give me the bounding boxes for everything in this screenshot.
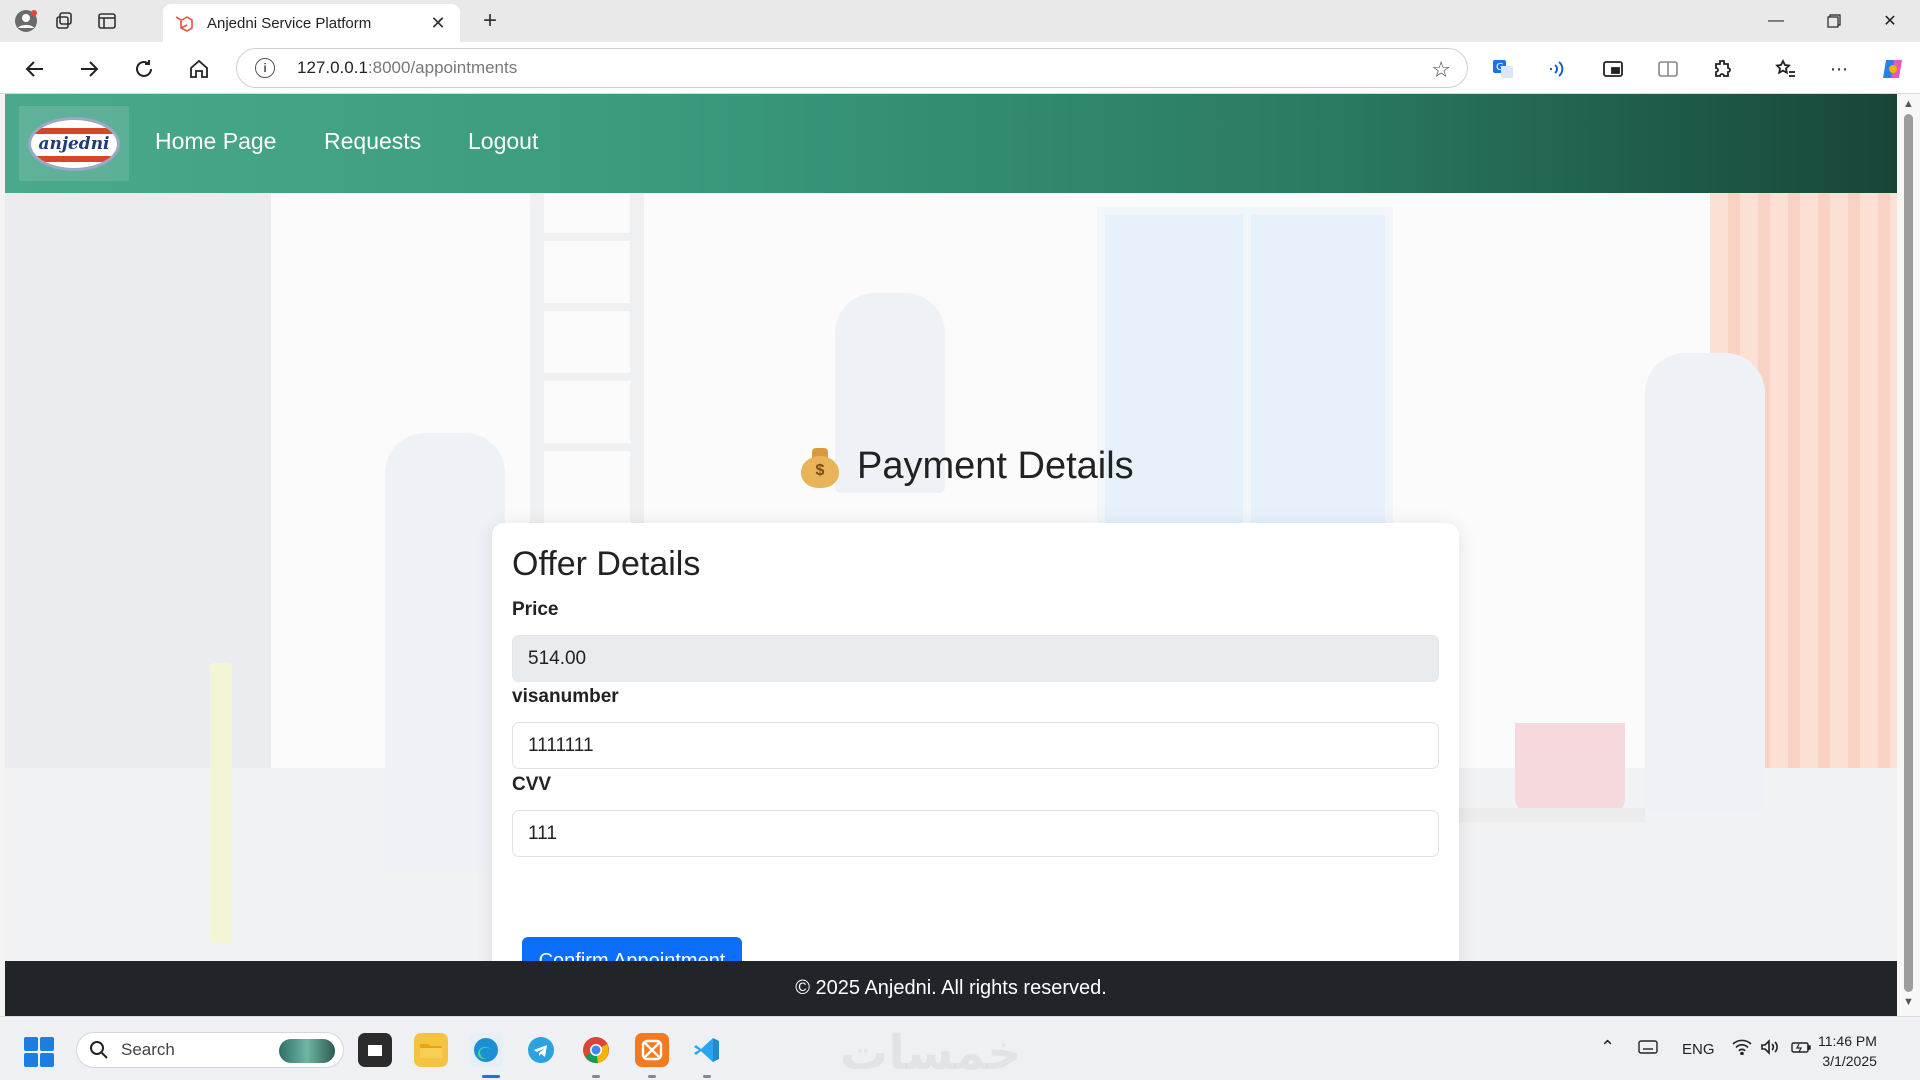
laravel-favicon-icon: [173, 12, 195, 34]
bg-worker-painting: [1645, 353, 1765, 813]
workspaces-icon[interactable]: [48, 6, 80, 36]
address-bar[interactable]: i 127.0.0.1:8000/appointments ☆: [236, 48, 1468, 88]
bg-worker-drilling: [385, 433, 505, 873]
telegram-icon[interactable]: [524, 1033, 558, 1067]
clock-date: 3/1/2025: [1822, 1053, 1877, 1069]
site-footer: © 2025 Anjedni. All rights reserved.: [5, 961, 1897, 1016]
show-hidden-icons-icon[interactable]: ⌃: [1600, 1037, 1615, 1058]
tab-title: Anjedni Service Platform: [207, 14, 372, 32]
page-title-text: Payment Details: [857, 445, 1134, 487]
taskbar-search-placeholder: Search: [121, 1040, 175, 1059]
task-view-icon[interactable]: [358, 1033, 392, 1067]
url-path: :8000/appointments: [367, 58, 518, 77]
scroll-down-icon[interactable]: ▼: [1902, 996, 1915, 1009]
bg-ladder-rung: [544, 233, 630, 241]
url-host: 127.0.0.1: [297, 58, 368, 77]
minimize-icon[interactable]: —: [1748, 0, 1804, 42]
language-indicator[interactable]: ENG: [1682, 1041, 1715, 1058]
more-menu-icon[interactable]: ⋯: [1824, 54, 1854, 84]
nav-home-page[interactable]: Home Page: [155, 128, 276, 155]
volume-icon[interactable]: [1760, 1039, 1780, 1059]
extensions-icon[interactable]: [1708, 54, 1738, 84]
translate-icon[interactable]: G: [1488, 54, 1518, 84]
cvv-field[interactable]: [512, 810, 1439, 857]
offer-details-card: Offer Details Price visanumber CVV Confi…: [492, 523, 1459, 961]
close-window-icon[interactable]: ✕: [1862, 0, 1918, 42]
home-icon[interactable]: [182, 52, 216, 86]
tab-close-icon[interactable]: ✕: [426, 11, 450, 35]
file-explorer-icon[interactable]: [414, 1033, 448, 1067]
card-title: Offer Details: [512, 545, 701, 583]
picture-in-picture-icon[interactable]: [1598, 54, 1628, 84]
bg-bucket: [1515, 723, 1625, 813]
chrome-icon[interactable]: [579, 1033, 613, 1067]
profile-icon[interactable]: [10, 6, 42, 36]
windows-taskbar: خمسات Search ⌃ ENG 11:46 PM 3/1/2025: [0, 1016, 1920, 1080]
page-scrollbar[interactable]: ▲ ▼: [1897, 94, 1920, 1016]
split-screen-icon[interactable]: [1653, 54, 1683, 84]
new-tab-icon[interactable]: +: [474, 6, 506, 36]
nav-logout[interactable]: Logout: [468, 128, 538, 155]
start-windows-icon[interactable]: [24, 1037, 54, 1067]
site-info-icon[interactable]: i: [255, 58, 275, 78]
vscode-icon[interactable]: [690, 1033, 724, 1067]
taskbar-search[interactable]: Search: [76, 1032, 344, 1068]
bg-ladder-rung: [544, 443, 630, 451]
confirm-appointment-button[interactable]: Confirm Appointment: [522, 937, 742, 961]
site-logo[interactable]: anjedni: [19, 106, 129, 181]
copilot-icon[interactable]: [1878, 54, 1908, 84]
money-bag-icon: $: [801, 446, 839, 488]
bg-ladder-rung: [544, 303, 630, 311]
logo-text: anjedni: [38, 133, 110, 154]
logo-stripe-bottom: [31, 155, 117, 162]
visanumber-label: visanumber: [512, 686, 619, 707]
footer-copyright: © 2025 Anjedni. All rights reserved.: [795, 977, 1107, 999]
visanumber-field[interactable]: [512, 722, 1439, 769]
nav-requests[interactable]: Requests: [324, 128, 421, 155]
search-highlight-image: [279, 1039, 335, 1063]
logo-emblem: anjedni: [28, 116, 120, 171]
edge-icon[interactable]: [469, 1033, 503, 1067]
search-icon: [90, 1041, 108, 1059]
battery-icon[interactable]: [1790, 1039, 1812, 1059]
watermark-text: خمسات: [840, 1025, 1022, 1080]
tab-actions-icon[interactable]: [91, 6, 123, 36]
system-clock[interactable]: 11:46 PM 3/1/2025: [1818, 1031, 1877, 1071]
restore-icon[interactable]: [1806, 0, 1862, 42]
bg-spirit-level: [210, 663, 232, 943]
favorite-star-icon[interactable]: ☆: [1431, 57, 1451, 83]
page-title: $ Payment Details: [801, 445, 1134, 488]
vscode-running-indicator: [703, 1075, 711, 1078]
touch-keyboard-icon[interactable]: [1638, 1039, 1658, 1059]
forward-icon[interactable]: [72, 52, 106, 86]
site-navbar: anjedni Home Page Requests Logout: [5, 94, 1897, 193]
refresh-icon[interactable]: [127, 52, 161, 86]
page-viewport: anjedni Home Page Requests Logout $ Paym…: [5, 94, 1897, 1016]
bg-ladder-rung: [544, 373, 630, 381]
tab-anjedni[interactable]: Anjedni Service Platform ✕: [163, 4, 460, 42]
cvv-label: CVV: [512, 774, 552, 795]
read-aloud-icon[interactable]: [1543, 54, 1573, 84]
chrome-running-indicator: [592, 1075, 600, 1078]
bg-table: [1445, 808, 1645, 822]
favorites-icon[interactable]: [1770, 54, 1800, 84]
browser-toolbar: i 127.0.0.1:8000/appointments ☆ G ⋯: [0, 42, 1920, 94]
clock-time: 11:46 PM: [1818, 1033, 1877, 1049]
price-field: [512, 635, 1439, 682]
xampp-running-indicator: [648, 1075, 656, 1078]
scroll-thumb[interactable]: [1904, 114, 1913, 992]
browser-tab-strip: Anjedni Service Platform ✕ + — ✕: [0, 0, 1920, 42]
scroll-up-icon[interactable]: ▲: [1902, 98, 1915, 111]
price-label: Price: [512, 599, 559, 620]
back-icon[interactable]: [18, 52, 52, 86]
wifi-icon[interactable]: [1732, 1039, 1752, 1059]
edge-active-indicator: [482, 1075, 500, 1078]
hero-background: $ Payment Details Offer Details Price vi…: [5, 193, 1897, 961]
xampp-icon[interactable]: [635, 1033, 669, 1067]
